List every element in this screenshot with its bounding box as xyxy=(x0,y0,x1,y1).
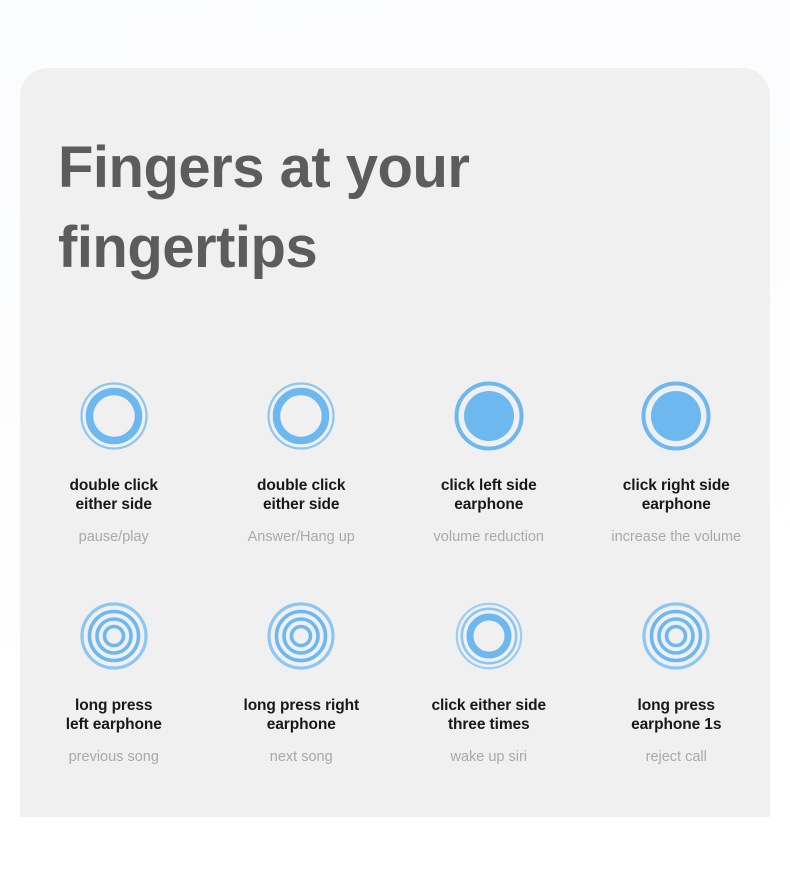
gesture-caption: increase the volume xyxy=(611,529,742,545)
gesture-caption: reject call xyxy=(645,749,707,765)
gesture-caption: wake up siri xyxy=(450,749,528,765)
gesture-row-2: long press left earphone previous song l… xyxy=(20,593,770,813)
gesture-label: click either side three times xyxy=(431,697,547,733)
gesture-label: double click either side xyxy=(257,477,346,513)
ripple-four-rings-icon xyxy=(266,601,336,671)
gesture-row-1: double click either side pause/play doub… xyxy=(20,373,770,593)
page-root: Fingers at your fingertips double click … xyxy=(0,0,790,891)
ring-single-thick-icon xyxy=(79,381,149,451)
ripple-thick-inner-icon xyxy=(454,601,524,671)
gesture-label: double click either side xyxy=(69,477,158,513)
gesture-item[interactable]: long press earphone 1s reject call xyxy=(583,593,771,813)
gesture-grid: double click either side pause/play doub… xyxy=(20,373,770,813)
filled-circle-icon xyxy=(454,381,524,451)
page-title: Fingers at your fingertips xyxy=(58,135,470,280)
gesture-label: long press right earphone xyxy=(243,697,360,733)
ripple-four-rings-icon xyxy=(641,601,711,671)
gesture-item[interactable]: double click either side Answer/Hang up xyxy=(208,373,396,593)
gesture-caption: volume reduction xyxy=(433,529,544,545)
ring-single-thick-icon xyxy=(266,381,336,451)
gesture-item[interactable]: double click either side pause/play xyxy=(20,373,208,593)
gesture-label: click left side earphone xyxy=(440,477,537,513)
filled-circle-icon xyxy=(641,381,711,451)
gesture-item[interactable]: click left side earphone volume reductio… xyxy=(395,373,583,593)
gesture-label: long press earphone 1s xyxy=(631,697,722,733)
gesture-item[interactable]: click either side three times wake up si… xyxy=(395,593,583,813)
ripple-four-rings-icon xyxy=(79,601,149,671)
feature-card: Fingers at your fingertips double click … xyxy=(20,68,770,817)
gesture-item[interactable]: long press right earphone next song xyxy=(208,593,396,813)
gesture-caption: Answer/Hang up xyxy=(247,529,355,545)
gesture-caption: next song xyxy=(269,749,333,765)
gesture-label: click right side earphone xyxy=(622,477,730,513)
gesture-item[interactable]: long press left earphone previous song xyxy=(20,593,208,813)
gesture-label: long press left earphone xyxy=(65,697,162,733)
gesture-caption: pause/play xyxy=(78,529,149,545)
gesture-item[interactable]: click right side earphone increase the v… xyxy=(583,373,771,593)
gesture-caption: previous song xyxy=(68,749,159,765)
